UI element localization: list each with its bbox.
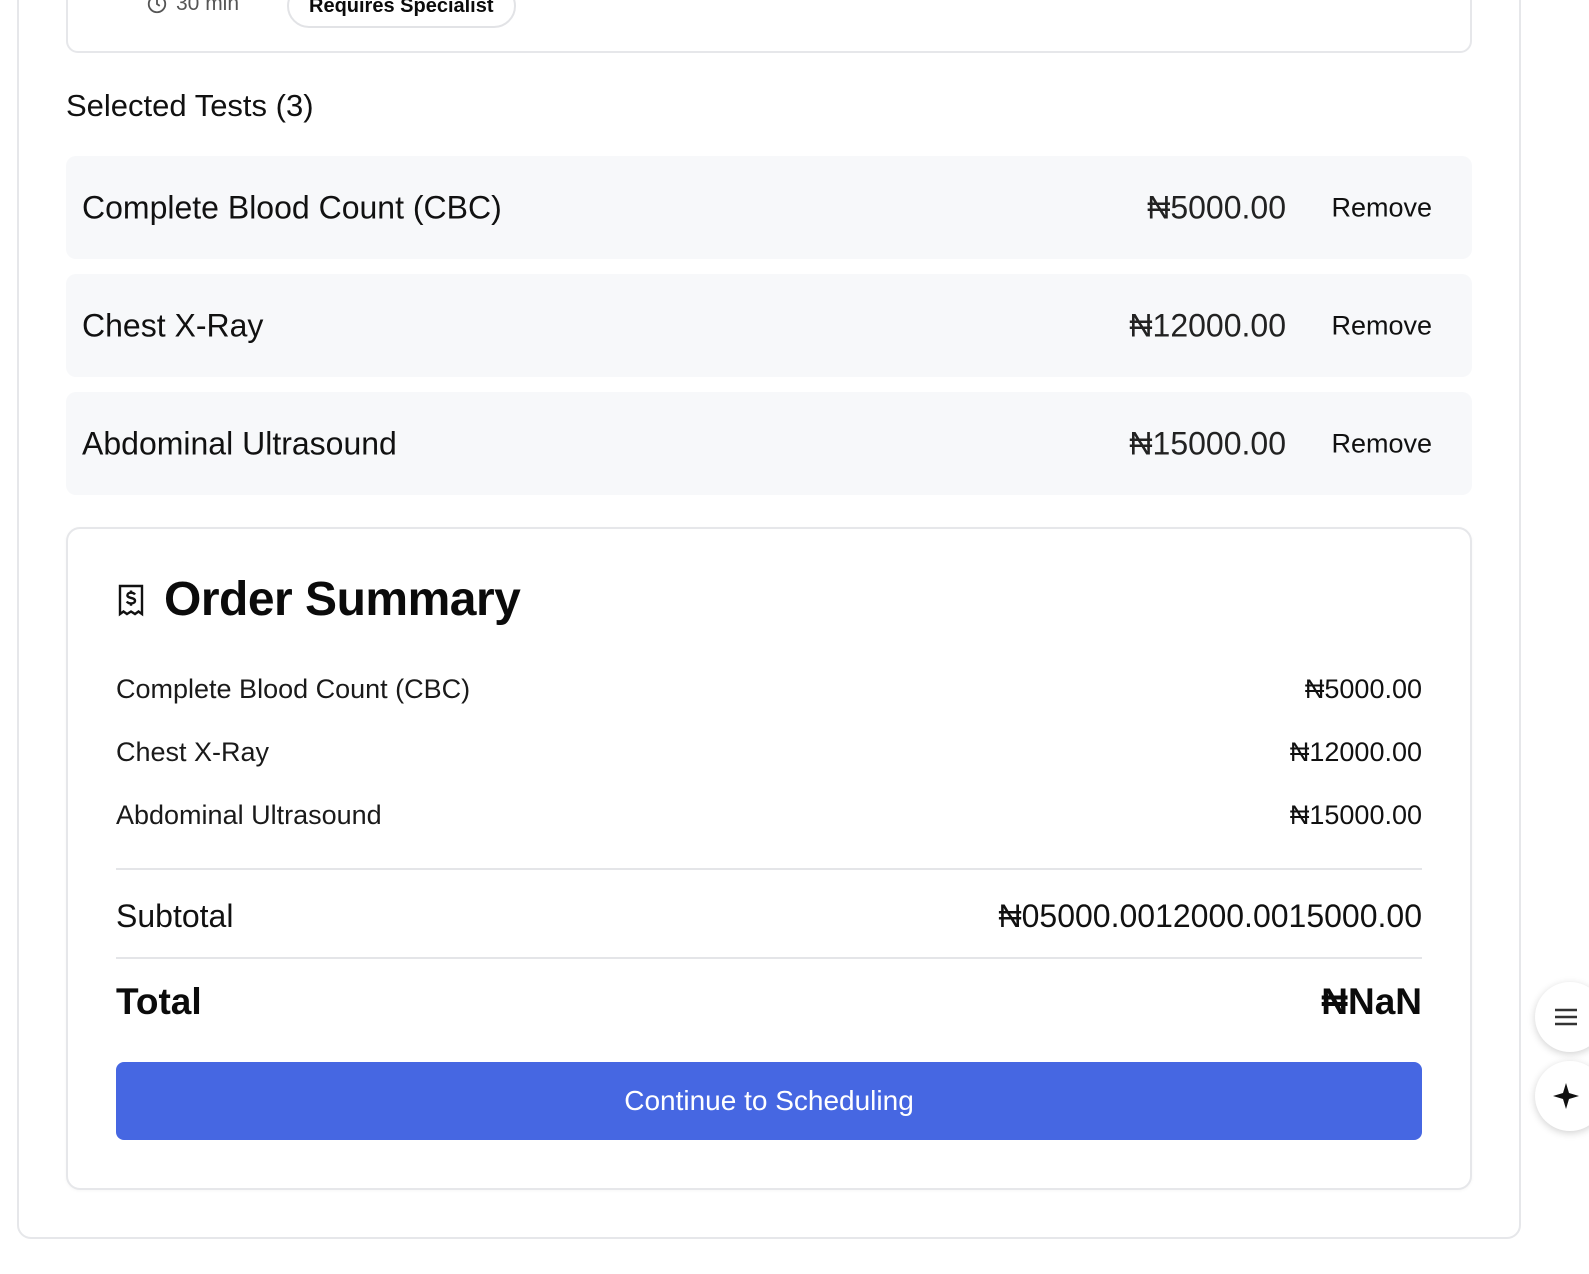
selected-test-name: Chest X-Ray	[82, 307, 264, 343]
total-value: ₦NaN	[1321, 981, 1422, 1022]
duration-text: 30 min	[176, 0, 240, 15]
chat-button[interactable]	[1535, 982, 1589, 1052]
summary-item-amount: ₦12000.00	[1289, 737, 1422, 767]
subtotal-row: Subtotal ₦05000.0012000.0015000.00	[116, 898, 1422, 935]
sparkle-icon	[1553, 1083, 1579, 1109]
subtotal-value: ₦05000.0012000.0015000.00	[998, 898, 1422, 934]
selected-test-row: Abdominal Ultrasound ₦15000.00 Remove	[66, 392, 1472, 495]
clock-icon	[147, 0, 167, 14]
total-row: Total ₦NaN	[116, 981, 1422, 1023]
divider	[116, 957, 1422, 959]
order-summary-header: Order Summary	[116, 572, 521, 627]
receipt-icon	[118, 584, 144, 616]
ai-assistant-button[interactable]	[1535, 1061, 1589, 1131]
total-label: Total	[116, 981, 202, 1022]
selected-test-name: Complete Blood Count (CBC)	[82, 189, 502, 225]
chat-icon	[1555, 1008, 1577, 1026]
test-card	[66, 0, 1472, 53]
summary-item-name: Abdominal Ultrasound	[116, 800, 382, 830]
summary-item-name: Complete Blood Count (CBC)	[116, 674, 471, 704]
remove-button[interactable]: Remove	[1331, 192, 1432, 223]
summary-line-item: Abdominal Ultrasound ₦15000.00	[116, 800, 1422, 831]
selected-tests-heading: Selected Tests (3)	[66, 88, 314, 123]
selected-test-price: ₦12000.00	[1129, 307, 1286, 343]
remove-button[interactable]: Remove	[1331, 428, 1432, 459]
duration-info: 30 min	[146, 0, 239, 16]
continue-to-scheduling-button[interactable]: Continue to Scheduling	[116, 1062, 1422, 1140]
divider	[116, 868, 1422, 870]
selected-test-row: Chest X-Ray ₦12000.00 Remove	[66, 274, 1472, 377]
subtotal-label: Subtotal	[116, 898, 234, 934]
selected-test-price: ₦15000.00	[1129, 425, 1286, 461]
summary-item-amount: ₦5000.00	[1304, 674, 1422, 704]
remove-button[interactable]: Remove	[1331, 310, 1432, 341]
summary-line-item: Chest X-Ray ₦12000.00	[116, 737, 1422, 768]
selected-test-row: Complete Blood Count (CBC) ₦5000.00 Remo…	[66, 156, 1472, 259]
order-summary-title: Order Summary	[164, 573, 521, 626]
selected-test-price: ₦5000.00	[1147, 189, 1286, 225]
summary-line-item: Complete Blood Count (CBC) ₦5000.00	[116, 674, 1422, 705]
specialist-badge: Requires Specialist	[287, 0, 516, 28]
selected-test-name: Abdominal Ultrasound	[82, 425, 397, 461]
summary-item-amount: ₦15000.00	[1289, 800, 1422, 830]
summary-item-name: Chest X-Ray	[116, 737, 270, 767]
